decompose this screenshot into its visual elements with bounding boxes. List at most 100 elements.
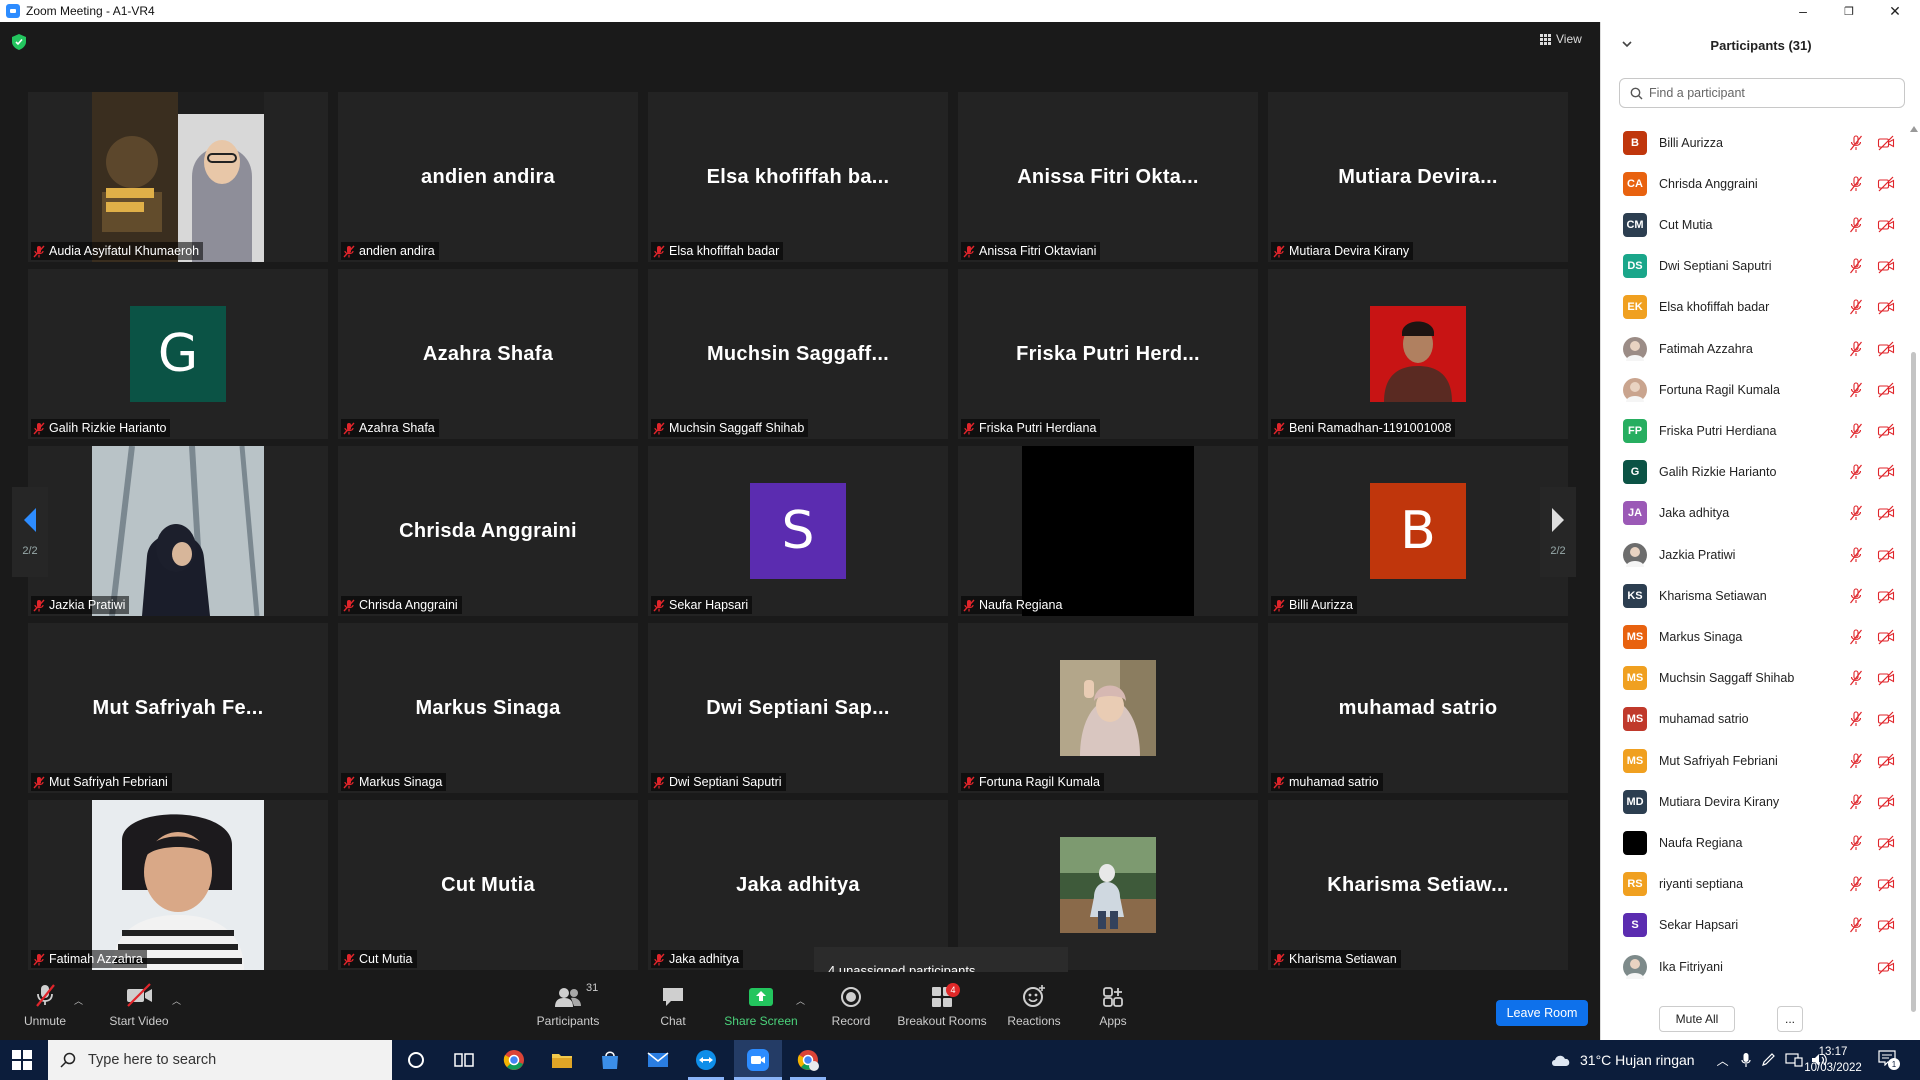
muted-mic-icon[interactable] [1849,835,1863,851]
start-video-button[interactable]: Start Video [94,978,184,1034]
video-tile[interactable]: Friska Putri Herd... Friska Putri Herdian… [958,269,1258,439]
notifications-button[interactable]: 1 [1878,1050,1900,1070]
participant-row[interactable]: MD Mutiara Devira Kirany [1601,781,1911,822]
chrome-icon[interactable] [502,1048,526,1072]
video-off-icon[interactable] [1877,959,1895,975]
weather-text[interactable]: 31°C Hujan ringan [1580,1052,1695,1068]
participant-row[interactable]: Naufa Regiana [1601,822,1911,863]
apps-button[interactable]: Apps [1068,978,1158,1034]
muted-mic-icon[interactable] [1849,258,1863,274]
participant-row[interactable]: Jazkia Pratiwi [1601,534,1911,575]
video-off-icon[interactable] [1877,876,1895,892]
participant-row[interactable]: Fatimah Azzahra [1601,328,1911,369]
muted-mic-icon[interactable] [1849,794,1863,810]
leave-room-button[interactable]: Leave Room [1496,1000,1588,1026]
video-off-icon[interactable] [1877,217,1895,233]
video-tile[interactable]: Muchsin Saggaff... Muchsin Saggaff Shihab [648,269,948,439]
video-off-icon[interactable] [1877,547,1895,563]
video-off-icon[interactable] [1877,794,1895,810]
muted-mic-icon[interactable] [1849,299,1863,315]
previous-page-button[interactable]: 2/2 [12,487,48,577]
chrome-profile-icon[interactable] [796,1048,820,1072]
mail-icon[interactable] [646,1048,670,1072]
video-tile[interactable]: G Galih Rizkie Harianto [28,269,328,439]
windows-start-icon[interactable] [12,1050,32,1070]
video-off-icon[interactable] [1877,753,1895,769]
participant-row[interactable]: G Galih Rizkie Harianto [1601,452,1911,493]
participant-row[interactable]: DS Dwi Septiani Saputri [1601,246,1911,287]
participant-list-scrollbar[interactable] [1911,352,1916,1012]
close-button[interactable]: ✕ [1872,0,1918,22]
video-tile[interactable]: Anissa Fitri Okta... Anissa Fitri Oktavia… [958,92,1258,262]
video-off-icon[interactable] [1877,135,1895,151]
muted-mic-icon[interactable] [1849,876,1863,892]
participant-row[interactable]: S Sekar Hapsari [1601,905,1911,946]
video-off-icon[interactable] [1877,629,1895,645]
muted-mic-icon[interactable] [1849,670,1863,686]
muted-mic-icon[interactable] [1849,134,1863,151]
video-off-icon[interactable] [1877,258,1895,274]
next-page-button[interactable]: 2/2 [1540,487,1576,577]
task-view-icon[interactable] [452,1048,476,1072]
video-tile[interactable]: andien andira andien andira [338,92,638,262]
taskbar-clock[interactable]: 13:17 10/03/2022 [1798,1044,1868,1076]
participant-row[interactable]: CM Cut Mutia [1601,204,1911,245]
video-off-icon[interactable] [1877,382,1895,398]
video-tile[interactable] [958,800,1258,970]
find-participant-input[interactable]: Find a participant [1619,78,1905,108]
participant-row[interactable]: KS Kharisma Setiawan [1601,575,1911,616]
reactions-button[interactable]: Reactions [989,978,1079,1034]
video-tile[interactable]: Fortuna Ragil Kumala [958,623,1258,793]
video-tile[interactable]: Fatimah Azzahra [28,800,328,970]
file-explorer-icon[interactable] [550,1048,574,1072]
video-off-icon[interactable] [1877,505,1895,521]
view-button[interactable]: View [1540,32,1582,46]
video-options-caret-icon[interactable]: ︿ [172,994,181,1007]
muted-mic-icon[interactable] [1849,917,1863,933]
video-off-icon[interactable] [1877,835,1895,851]
video-tile[interactable]: Jazkia Pratiwi [28,446,328,616]
participants-button[interactable]: 31 Participants [523,978,613,1034]
muted-mic-icon[interactable] [1849,588,1863,604]
microsoft-store-icon[interactable] [598,1048,622,1072]
video-tile[interactable]: Kharisma Setiaw... Kharisma Setiawan [1268,800,1568,970]
video-off-icon[interactable] [1877,423,1895,439]
video-off-icon[interactable] [1877,670,1895,686]
video-tile[interactable]: Cut Mutia Cut Mutia [338,800,638,970]
video-tile[interactable]: Beni Ramadhan-1191001008 [1268,269,1568,439]
video-tile[interactable]: Markus Sinaga Markus Sinaga [338,623,638,793]
participant-row[interactable]: Ika Fitriyani [1601,946,1911,987]
video-off-icon[interactable] [1877,176,1895,192]
mute-all-button[interactable]: Mute All [1659,1006,1735,1032]
muted-mic-icon[interactable] [1849,752,1863,769]
encryption-shield-icon[interactable] [12,34,26,50]
muted-mic-icon[interactable] [1849,464,1863,480]
muted-mic-icon[interactable] [1849,176,1863,192]
participant-row[interactable]: B Billi Aurizza [1601,122,1911,163]
cortana-icon[interactable] [404,1048,428,1072]
muted-mic-icon[interactable] [1849,217,1863,233]
participant-row[interactable]: FP Friska Putri Herdiana [1601,410,1911,451]
zoom-taskbar-icon[interactable] [746,1048,770,1072]
video-tile[interactable]: Dwi Septiani Sap... Dwi Septiani Saputri [648,623,948,793]
participant-row[interactable]: Fortuna Ragil Kumala [1601,369,1911,410]
chat-button[interactable]: Chat [628,978,718,1034]
breakout-rooms-button[interactable]: 4 Breakout Rooms [897,978,987,1034]
video-off-icon[interactable] [1877,299,1895,315]
video-tile[interactable]: Azahra Shafa Azahra Shafa [338,269,638,439]
video-tile[interactable]: muhamad satrio muhamad satrio [1268,623,1568,793]
scroll-up-icon[interactable] [1910,126,1918,132]
participant-row[interactable]: EK Elsa khofiffah badar [1601,287,1911,328]
muted-mic-icon[interactable] [1849,629,1863,645]
video-tile[interactable]: B Billi Aurizza [1268,446,1568,616]
minimize-button[interactable]: – [1780,0,1826,22]
muted-mic-icon[interactable] [1849,505,1863,521]
video-tile[interactable]: S Sekar Hapsari [648,446,948,616]
muted-mic-icon[interactable] [1849,546,1863,563]
video-off-icon[interactable] [1877,917,1895,933]
video-off-icon[interactable] [1877,464,1895,480]
video-tile[interactable]: Chrisda Anggraini Chrisda Anggraini [338,446,638,616]
video-tile[interactable]: Mut Safriyah Fe... Mut Safriyah Febriani [28,623,328,793]
participant-row[interactable]: RS riyanti septiana [1601,864,1911,905]
audio-options-caret-icon[interactable]: ︿ [74,994,83,1007]
